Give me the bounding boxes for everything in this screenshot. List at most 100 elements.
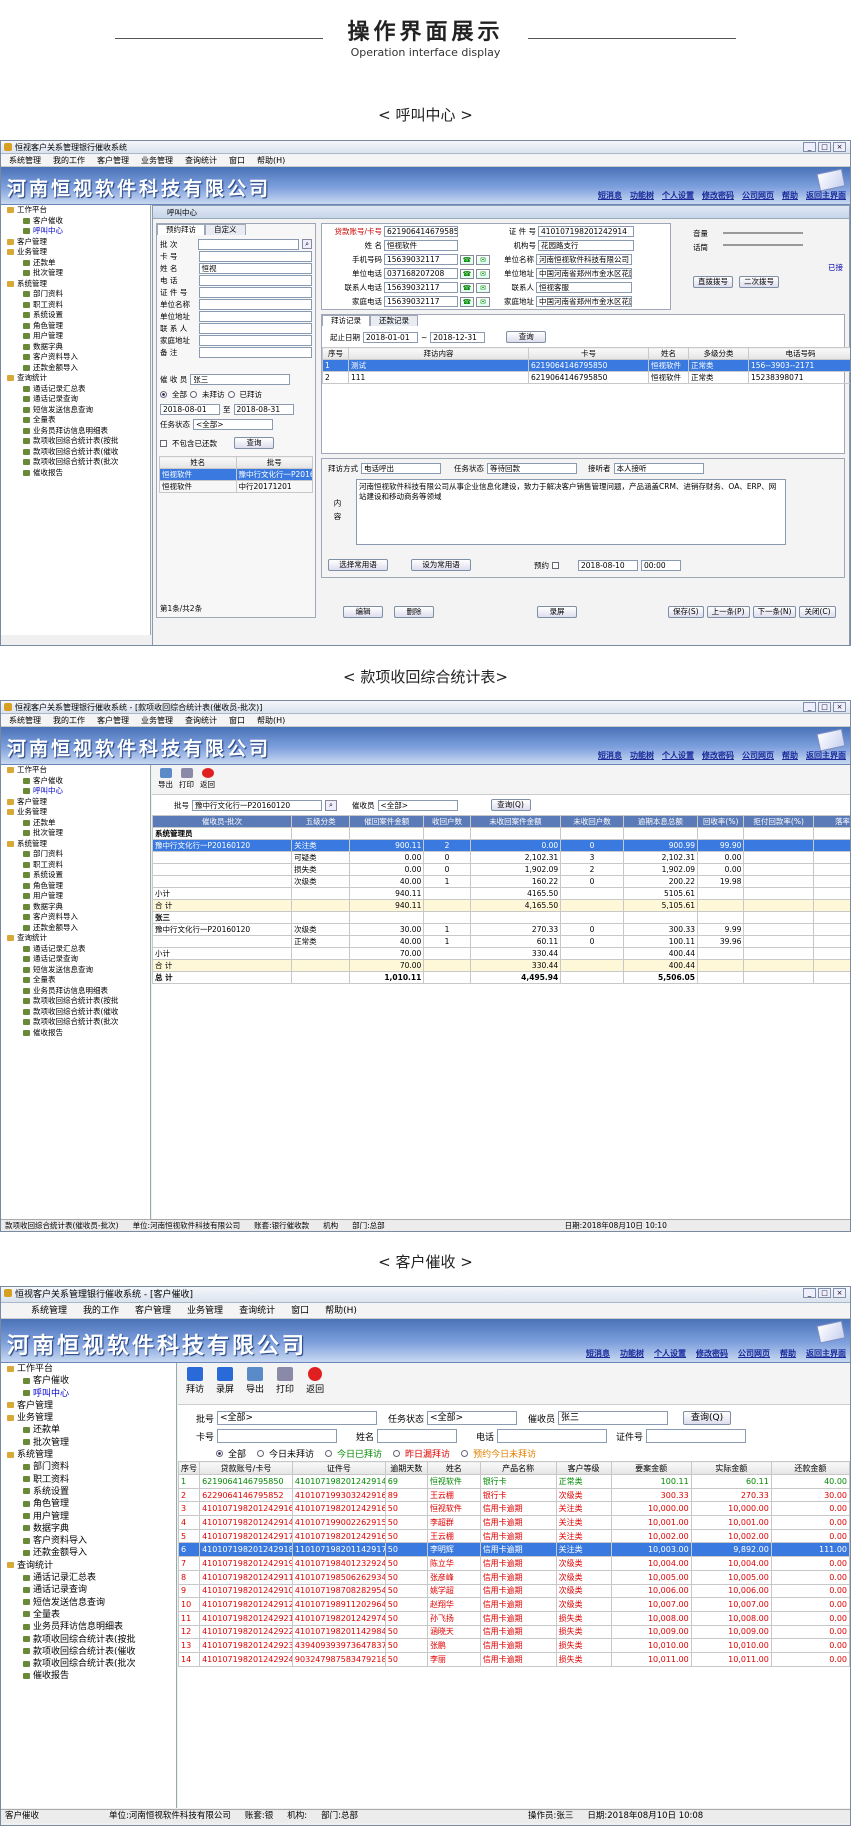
query-button[interactable]: 查询: [234, 437, 274, 449]
nav-link[interactable]: 公司网页: [742, 750, 774, 761]
table-row[interactable]: 5 410107198201242917 410107198201242916 50 王…: [177, 1528, 850, 1544]
table-row[interactable]: 小计 70.00 330.44 400.44: [151, 947, 850, 960]
nav-link[interactable]: 公司网页: [742, 190, 774, 201]
date-from-field[interactable]: 2018-08-01: [160, 404, 220, 415]
list-item[interactable]: 恒视软件豫中行文化行一P20160120: [159, 468, 313, 481]
tree-item[interactable]: 业务员拜访信息明细表: [1, 1621, 176, 1633]
maximize-icon[interactable]: □: [818, 702, 831, 712]
volume-slider[interactable]: [723, 232, 803, 234]
menu-item[interactable]: 查询统计: [185, 154, 217, 166]
tree-item[interactable]: 数据字典: [1, 1523, 176, 1535]
column-header[interactable]: 卡号: [528, 347, 649, 360]
card-input[interactable]: [217, 1429, 338, 1443]
menu-item[interactable]: 业务管理: [187, 1303, 223, 1318]
tree-item[interactable]: 查询统计: [1, 373, 150, 384]
tree-item[interactable]: 全量表: [1, 415, 150, 426]
collector-select[interactable]: 张三: [190, 374, 291, 385]
menu-item[interactable]: 系统管理: [9, 714, 41, 726]
radio-today-visited-icon[interactable]: [325, 1450, 333, 1457]
table-row[interactable]: 1 6219064146795850 410107198201242914 69 恒视软…: [177, 1474, 850, 1489]
table-row[interactable]: 1 测试 6219064146795850 恒视软件 正常类 156--3903--217…: [322, 359, 850, 372]
radio-visited-icon[interactable]: [227, 391, 235, 398]
column-header[interactable]: 要案金额: [610, 1461, 692, 1475]
table-row[interactable]: 2 111 6219064146795850 恒视软件 正常类 15238398071: [322, 371, 850, 384]
menu-item[interactable]: 帮助(H): [325, 1303, 357, 1318]
tree-item[interactable]: 批次管理: [1, 828, 150, 839]
tree-item[interactable]: 客户资料导入: [1, 912, 150, 923]
direct-dial-button[interactable]: 直拨拨号: [693, 276, 733, 288]
tree-item[interactable]: 系统设置: [1, 1486, 176, 1498]
table-row[interactable]: 2 6229064146795852 410107199303242916 89 王云棚…: [177, 1487, 850, 1503]
tree-item[interactable]: 款项收回综合统计表(批次: [1, 1017, 150, 1028]
tree-item[interactable]: 通话记录查询: [1, 954, 150, 965]
maximize-icon[interactable]: □: [818, 142, 831, 152]
table-row[interactable]: 正常类 40.00 1 60.11 0 100.11 39.96: [151, 935, 850, 948]
card-field[interactable]: 037168207208: [384, 268, 458, 279]
column-header[interactable]: 收回户数: [423, 815, 471, 828]
form-state-select[interactable]: 等待回款: [487, 463, 577, 474]
table-row[interactable]: 张三: [151, 911, 850, 924]
print-button[interactable]: 打印: [179, 768, 194, 791]
redial-button[interactable]: 二次拨号: [739, 276, 779, 288]
export-button[interactable]: 导出: [158, 768, 173, 791]
tree-item[interactable]: 款项收回综合统计表(催收: [1, 1646, 176, 1658]
maximize-icon[interactable]: □: [818, 1288, 831, 1298]
tree-item[interactable]: 角色管理: [1, 321, 150, 332]
radio-all-icon[interactable]: [160, 391, 167, 398]
edit-button[interactable]: 编辑: [343, 606, 383, 618]
column-header[interactable]: 证件号: [291, 1461, 386, 1475]
tree-item[interactable]: 短信发送信息查询: [1, 405, 150, 416]
column-header[interactable]: 拜访内容: [348, 347, 529, 360]
minimize-icon[interactable]: _: [803, 1288, 816, 1298]
search-icon[interactable]: ⌕: [325, 799, 337, 811]
tree-item[interactable]: 通话记录汇总表: [1, 384, 150, 395]
table-row[interactable]: 小计 940.11 4165.50 5105.61: [151, 887, 850, 900]
tree-item[interactable]: 用户管理: [1, 1511, 176, 1523]
table-row[interactable]: 合 计 940.11 4,165.50 5,105.61: [151, 899, 850, 912]
tree-item[interactable]: 业务员拜访信息明细表: [1, 986, 150, 997]
phone-input[interactable]: [497, 1429, 608, 1443]
tree-item[interactable]: 还款金额导入: [1, 1547, 176, 1559]
task-state-select[interactable]: <全部>: [193, 419, 273, 430]
tree-item[interactable]: 业务员拜访信息明细表: [1, 426, 150, 437]
radio-all-icon[interactable]: [216, 1450, 223, 1457]
tree-item[interactable]: 用户管理: [1, 331, 150, 342]
nav-link[interactable]: 帮助: [780, 1348, 796, 1359]
column-header[interactable]: 回收率(%): [696, 815, 745, 828]
column-header[interactable]: 五级分类: [291, 815, 351, 828]
tab-scheduled-visit[interactable]: 预约拜访: [157, 224, 205, 235]
nav-link[interactable]: 修改密码: [702, 190, 734, 201]
close-icon[interactable]: ×: [833, 702, 846, 712]
state-select[interactable]: <全部>: [427, 1411, 518, 1425]
table-row[interactable]: 豫中行文化行一P20160120 关注类 900.11 2 0.00 0 900.99 99.…: [151, 839, 850, 852]
sms-icon[interactable]: ✉: [476, 296, 490, 307]
appointment-checkbox[interactable]: [552, 561, 559, 569]
table-row[interactable]: 可疑类 0.00 0 2,102.31 3 2,102.31 0.00: [151, 851, 850, 864]
column-header[interactable]: 产品名称: [479, 1461, 557, 1475]
batch-select[interactable]: <全部>: [217, 1411, 378, 1425]
record-button[interactable]: 录屏: [537, 606, 577, 618]
column-header[interactable]: 序号: [322, 347, 349, 360]
column-header[interactable]: 贷款账号/卡号: [199, 1461, 293, 1475]
tree-item[interactable]: 批次管理: [1, 1437, 176, 1449]
field-input[interactable]: [198, 334, 312, 346]
nav-link[interactable]: 功能树: [630, 750, 654, 761]
tree-item[interactable]: 通话记录查询: [1, 1584, 176, 1596]
batch-input[interactable]: 豫中行文化行一P20160120: [192, 799, 322, 811]
menu-item[interactable]: 客户管理: [135, 1303, 171, 1318]
menu-item[interactable]: 我的工作: [53, 154, 85, 166]
nav-link[interactable]: 公司网页: [738, 1348, 770, 1359]
tree-item[interactable]: 工作平台: [1, 765, 150, 776]
menu-item[interactable]: 我的工作: [83, 1303, 119, 1318]
nav-link[interactable]: 帮助: [782, 750, 798, 761]
table-row[interactable]: 8 410107198201242911 410107198506262934 50 张…: [177, 1569, 850, 1585]
column-header[interactable]: 客户等级: [555, 1461, 612, 1475]
table-row[interactable]: 7 410107198201242919 410107198401232924 50 陈…: [177, 1556, 850, 1571]
tree-item[interactable]: 催收报告: [1, 1028, 150, 1039]
field-input[interactable]: [198, 298, 312, 310]
nav-link[interactable]: 短消息: [586, 1348, 610, 1359]
print-button[interactable]: 打印: [276, 1367, 294, 1400]
back-button[interactable]: 返回: [200, 768, 215, 791]
nav-link[interactable]: 个人设置: [662, 190, 694, 201]
menu-item[interactable]: 系统管理: [9, 154, 41, 166]
